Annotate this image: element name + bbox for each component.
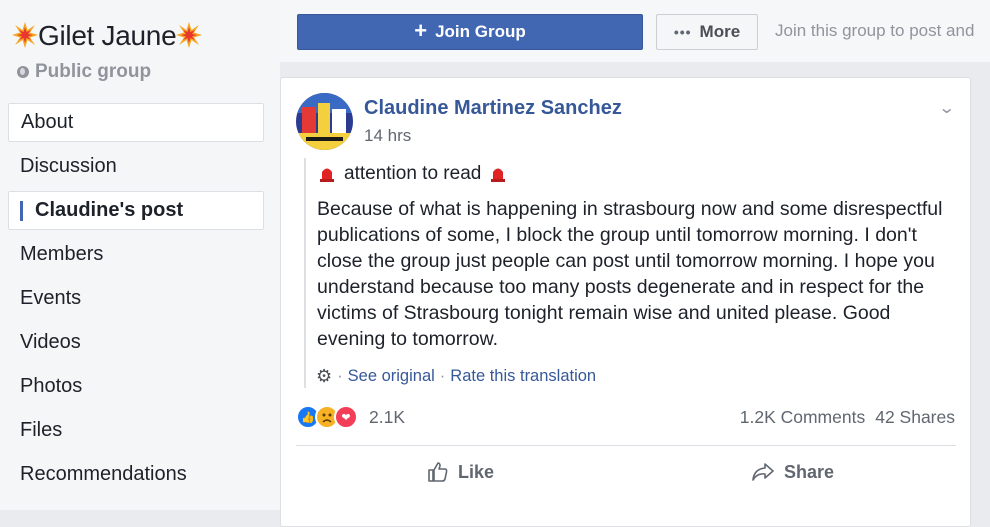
post-attention-line: attention to read	[318, 163, 507, 185]
translation-links: ⚙ · See original · Rate this translation	[316, 366, 596, 387]
thumbs-up-icon	[428, 462, 448, 482]
plus-icon: +	[414, 18, 428, 43]
post-author[interactable]: Claudine Martinez Sanchez	[364, 97, 622, 120]
sidebar-item-photos[interactable]: Photos	[8, 367, 264, 406]
sidebar-item-label: Videos	[20, 331, 81, 353]
post-body: Because of what is happening in strasbou…	[317, 198, 943, 350]
collision-emoji-icon	[12, 22, 38, 48]
group-privacy-label: Public group	[35, 61, 152, 82]
sidebar-item-events[interactable]: Events	[8, 279, 264, 318]
comments-count[interactable]: 1.2K Comments	[740, 407, 865, 428]
gear-icon[interactable]: ⚙	[316, 366, 332, 387]
love-reaction-icon: ❤	[334, 405, 358, 429]
sidebar-item-label: Discussion	[20, 155, 117, 177]
avatar-image	[296, 93, 353, 150]
reaction-count[interactable]: 2.1K	[369, 407, 405, 428]
join-group-label: Join Group	[435, 22, 526, 41]
sidebar-item-label: Photos	[20, 375, 83, 397]
separator-dot: ·	[439, 367, 446, 385]
group-privacy: Public group	[17, 61, 151, 83]
shares-count[interactable]: 42 Shares	[875, 407, 955, 428]
sidebar-item-claudines-post[interactable]: Claudine's post	[8, 191, 264, 230]
sidebar-item-label: Claudine's post	[35, 199, 184, 221]
siren-icon	[320, 168, 334, 182]
chevron-down-icon[interactable]: ⌄	[938, 98, 955, 118]
sidebar-item-label: Events	[20, 287, 82, 309]
post-stats: 1.2K Comments 42 Shares	[740, 407, 955, 428]
sidebar-item-about[interactable]: About	[8, 103, 264, 142]
reaction-icons[interactable]: 👍 ❤	[296, 405, 358, 429]
sidebar-item-label: About	[21, 111, 74, 133]
like-label: Like	[458, 461, 495, 482]
like-button[interactable]: Like	[426, 460, 494, 484]
sidebar-item-recommendations[interactable]: Recommendations	[8, 455, 264, 494]
sidebar-item-files[interactable]: Files	[8, 411, 264, 450]
siren-icon	[491, 168, 506, 182]
separator-dot: ·	[337, 367, 343, 385]
join-hint-text: Join this group to post and	[775, 21, 975, 40]
share-arrow-icon	[752, 463, 774, 481]
more-label: More	[699, 22, 741, 41]
share-button[interactable]: Share	[750, 460, 834, 484]
divider	[296, 445, 956, 446]
group-sidebar: Gilet Jaune Public group About Discussio…	[0, 0, 280, 510]
collision-emoji-icon	[176, 22, 203, 48]
sidebar-item-videos[interactable]: Videos	[8, 323, 264, 362]
more-button[interactable]: ••• More	[656, 14, 758, 50]
sidebar-item-discussion[interactable]: Discussion	[8, 147, 264, 186]
attention-text: attention to read	[344, 163, 482, 184]
post-timestamp[interactable]: 14 hrs	[364, 126, 411, 146]
avatar[interactable]	[296, 93, 353, 150]
group-nav: About Discussion Claudine's post Members…	[8, 103, 264, 499]
ellipsis-icon: •••	[673, 24, 692, 40]
rate-translation-link[interactable]: Rate this translation	[450, 367, 596, 386]
translation-quote-bar	[304, 158, 306, 388]
join-group-button[interactable]: + Join Group	[297, 14, 643, 50]
group-title[interactable]: Gilet Jaune	[12, 20, 203, 52]
share-label: Share	[784, 461, 835, 482]
see-original-link[interactable]: See original	[348, 367, 435, 386]
sidebar-item-label: Recommendations	[20, 463, 187, 485]
group-name: Gilet Jaune	[38, 20, 177, 51]
sidebar-item-label: Members	[20, 243, 104, 265]
sidebar-item-members[interactable]: Members	[8, 235, 264, 274]
globe-icon	[17, 66, 29, 78]
sidebar-item-label: Files	[20, 419, 63, 441]
